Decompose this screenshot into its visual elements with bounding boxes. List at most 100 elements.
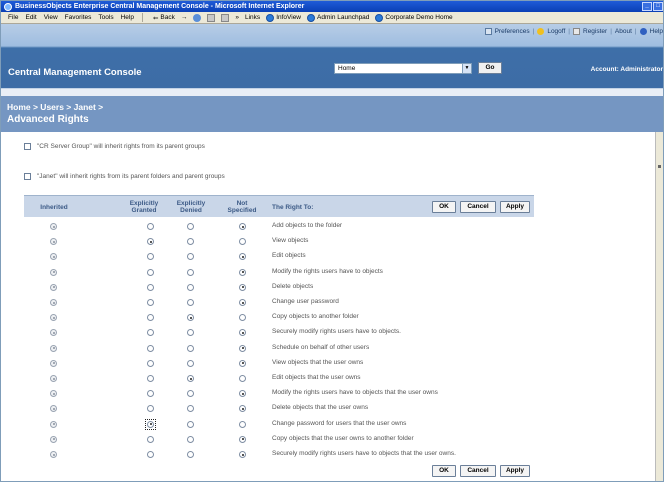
inherit-folders-checkbox[interactable] xyxy=(24,172,31,180)
radio-denied[interactable] xyxy=(187,420,194,428)
radio-not-specified[interactable] xyxy=(239,344,246,352)
radio-granted[interactable] xyxy=(147,344,154,352)
logoff-link[interactable]: Logoff xyxy=(547,28,565,35)
radio-denied[interactable] xyxy=(187,223,194,230)
register-link[interactable]: Register xyxy=(583,28,607,35)
radio-denied[interactable] xyxy=(187,451,194,458)
title-band: Home > Users > Janet > Advanced Rights xyxy=(1,96,663,132)
radio-denied[interactable] xyxy=(187,359,194,367)
minimize-button[interactable]: _ xyxy=(642,2,652,11)
radio-denied[interactable] xyxy=(187,314,194,322)
chevron-down-icon[interactable]: ▼ xyxy=(462,64,471,73)
radio-granted[interactable] xyxy=(147,283,154,291)
inherit-group-checkbox[interactable] xyxy=(24,142,31,150)
radio-granted[interactable] xyxy=(147,314,154,322)
help-icon xyxy=(639,28,647,35)
radio-denied[interactable] xyxy=(187,390,194,398)
about-link[interactable]: About xyxy=(615,28,632,35)
forward-button[interactable]: → xyxy=(181,14,188,21)
back-button[interactable]: ⇐ Back xyxy=(153,14,175,22)
bookmark-infoview[interactable]: InfoView xyxy=(266,13,301,22)
radio-not-specified[interactable] xyxy=(239,420,246,428)
radio-granted[interactable] xyxy=(147,451,154,458)
radio-inherited xyxy=(50,268,57,276)
stop-button[interactable] xyxy=(193,13,202,22)
radio-granted[interactable] xyxy=(147,405,154,413)
radio-inherited xyxy=(50,253,57,261)
home-select[interactable]: Home ▼ xyxy=(334,63,472,74)
radio-denied[interactable] xyxy=(187,299,194,306)
back-arrow-icon: ⇐ xyxy=(152,14,159,22)
radio-not-specified[interactable] xyxy=(239,329,246,337)
radio-denied[interactable] xyxy=(187,435,194,443)
gutter-handle[interactable] xyxy=(658,165,661,168)
cancel-button-top[interactable]: Cancel xyxy=(460,201,496,213)
radio-inherited xyxy=(50,314,57,322)
radio-granted[interactable] xyxy=(147,253,154,261)
go-button[interactable]: Go xyxy=(478,62,502,74)
radio-denied[interactable] xyxy=(187,375,194,382)
radio-inherited xyxy=(50,390,57,398)
bookmark-corporate-demo[interactable]: Corporate Demo Home xyxy=(375,13,453,22)
table-row: Edit objects that the user owns xyxy=(24,371,534,386)
radio-denied[interactable] xyxy=(187,405,194,413)
radio-granted[interactable] xyxy=(147,359,154,367)
apply-button-bottom[interactable]: Apply xyxy=(500,465,530,477)
radio-denied[interactable] xyxy=(187,283,194,291)
menu-edit[interactable]: Edit xyxy=(25,14,36,21)
radio-granted[interactable] xyxy=(147,238,154,246)
radio-denied[interactable] xyxy=(187,344,194,352)
radio-denied[interactable] xyxy=(187,268,194,276)
cancel-button-bottom[interactable]: Cancel xyxy=(460,465,496,477)
radio-not-specified[interactable] xyxy=(239,238,246,246)
table-row: Securely modify rights users have to obj… xyxy=(24,325,534,340)
refresh-icon xyxy=(207,13,216,22)
refresh-button[interactable] xyxy=(207,13,216,22)
radio-granted[interactable] xyxy=(147,268,154,276)
menu-view[interactable]: View xyxy=(44,14,58,21)
right-label: Modify the rights users have to objects … xyxy=(272,389,438,397)
radio-not-specified[interactable] xyxy=(239,268,246,276)
menu-tools[interactable]: Tools xyxy=(98,14,113,21)
preferences-link[interactable]: Preferences xyxy=(495,28,530,35)
maximize-button[interactable]: □ xyxy=(653,2,663,11)
radio-not-specified[interactable] xyxy=(239,375,246,382)
ok-button-top[interactable]: OK xyxy=(432,201,456,213)
home-button[interactable] xyxy=(221,13,230,22)
radio-not-specified[interactable] xyxy=(239,359,246,367)
menu-help[interactable]: Help xyxy=(121,14,134,21)
menu-favorites[interactable]: Favorites xyxy=(65,14,92,21)
logoff-icon xyxy=(537,28,545,35)
radio-not-specified[interactable] xyxy=(239,451,246,458)
radio-not-specified[interactable] xyxy=(239,405,246,413)
radio-granted[interactable] xyxy=(147,329,154,337)
radio-not-specified[interactable] xyxy=(239,435,246,443)
table-row: Modify the rights users have to objects … xyxy=(24,386,534,401)
more-chevron-icon[interactable]: » xyxy=(235,14,239,21)
radio-granted[interactable] xyxy=(147,299,154,306)
apply-button-top[interactable]: Apply xyxy=(500,201,530,213)
menu-file[interactable]: File xyxy=(8,14,18,21)
help-link[interactable]: Help xyxy=(650,28,663,35)
radio-denied[interactable] xyxy=(187,329,194,337)
page-title: Advanced Rights xyxy=(7,114,89,125)
radio-denied[interactable] xyxy=(187,253,194,261)
radio-granted[interactable] xyxy=(147,390,154,398)
radio-not-specified[interactable] xyxy=(239,299,246,306)
radio-not-specified[interactable] xyxy=(239,390,246,398)
radio-not-specified[interactable] xyxy=(239,223,246,230)
radio-granted[interactable] xyxy=(147,375,154,382)
window-controls: _ □ xyxy=(642,2,663,11)
radio-granted[interactable] xyxy=(147,223,154,230)
breadcrumb[interactable]: Home > Users > Janet > xyxy=(7,102,103,112)
radio-not-specified[interactable] xyxy=(239,253,246,261)
header-separator xyxy=(1,88,663,96)
right-label: Delete objects xyxy=(272,282,314,290)
radio-not-specified[interactable] xyxy=(239,314,246,322)
ok-button-bottom[interactable]: OK xyxy=(432,465,456,477)
right-label: Delete objects that the user owns xyxy=(272,404,369,412)
radio-granted[interactable] xyxy=(147,435,154,443)
radio-denied[interactable] xyxy=(187,238,194,246)
bookmark-admin-launchpad[interactable]: Admin Launchpad xyxy=(307,13,369,22)
radio-not-specified[interactable] xyxy=(239,283,246,291)
